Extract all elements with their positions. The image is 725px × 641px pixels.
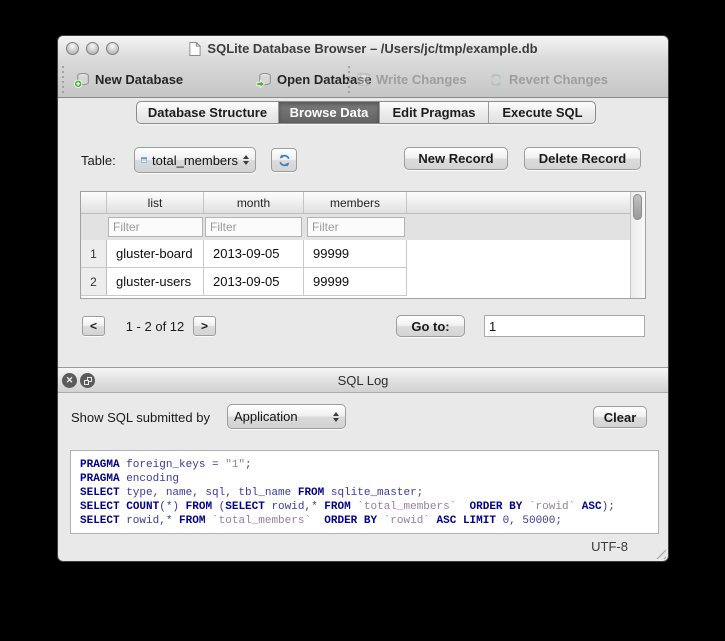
next-label: >	[201, 319, 208, 333]
row-number: 2	[81, 268, 107, 295]
tab-browse-data[interactable]: Browse Data	[279, 102, 380, 123]
open-database-button[interactable]: Open Database	[256, 61, 372, 98]
tab-label: Database Structure	[148, 105, 267, 120]
column-header-list[interactable]: list	[107, 192, 204, 213]
tab-database-structure[interactable]: Database Structure	[137, 102, 279, 123]
vertical-scrollbar[interactable]	[630, 192, 645, 298]
toolbar-drag-handle[interactable]	[62, 66, 64, 93]
tab-label: Browse Data	[290, 105, 369, 120]
header-corner	[81, 192, 107, 213]
toolbar: New Database Open Database Write Changes	[58, 61, 668, 98]
scrollbar-thumb[interactable]	[633, 194, 642, 220]
column-header-members[interactable]: members	[304, 192, 407, 213]
clear-label: Clear	[604, 410, 637, 425]
tab-edit-pragmas[interactable]: Edit Pragmas	[380, 102, 489, 123]
filter-input-month[interactable]	[205, 217, 302, 237]
cell-list[interactable]: gluster-users	[107, 268, 204, 295]
table-row[interactable]: 2 gluster-users 2013-09-05 99999	[81, 268, 407, 296]
cell-list[interactable]: gluster-board	[107, 240, 204, 267]
refresh-icon	[277, 153, 292, 168]
new-record-label: New Record	[418, 151, 493, 166]
table-row[interactable]: 1 gluster-board 2013-09-05 99999	[81, 240, 407, 268]
sql-filter-label: Show SQL submitted by	[71, 410, 210, 425]
delete-record-button[interactable]: Delete Record	[524, 147, 641, 170]
cell-members[interactable]: 99999	[304, 240, 407, 267]
sql-source-value: Application	[234, 409, 328, 424]
table-select[interactable]: total_members	[134, 147, 256, 173]
tab-execute-sql[interactable]: Execute SQL	[489, 102, 596, 123]
save-icon	[356, 72, 371, 87]
grid-header: list month members	[81, 192, 645, 214]
select-steppers-icon	[333, 412, 339, 422]
record-range-label: 1 - 2 of 12	[117, 319, 193, 334]
traffic-lights	[66, 42, 119, 55]
sql-log-title: SQL Log	[58, 368, 668, 393]
clear-log-button[interactable]: Clear	[593, 406, 647, 428]
goto-label: Go to:	[411, 319, 449, 334]
minimize-window-button[interactable]	[86, 42, 99, 55]
sql-source-select[interactable]: Application	[227, 404, 346, 429]
cell-month[interactable]: 2013-09-05	[204, 268, 304, 295]
data-grid: list month members 1 gluster-board 2013-…	[80, 191, 646, 299]
delete-record-label: Delete Record	[539, 151, 626, 166]
new-database-icon	[74, 72, 90, 88]
sql-log-output[interactable]: PRAGMA foreign_keys = "1";PRAGMA encodin…	[70, 450, 659, 534]
resize-grip-icon[interactable]	[652, 545, 666, 559]
app-window: SQLite Database Browser – /Users/jc/tmp/…	[57, 35, 669, 562]
new-database-button[interactable]: New Database	[74, 61, 183, 98]
tab-label: Edit Pragmas	[392, 105, 475, 120]
column-header-month[interactable]: month	[204, 192, 304, 213]
sql-log-float-button[interactable]	[80, 373, 95, 388]
refresh-button[interactable]	[271, 148, 297, 172]
toolbar-separator	[348, 66, 350, 93]
revert-icon	[488, 72, 504, 88]
titlebar[interactable]: SQLite Database Browser – /Users/jc/tmp/…	[58, 36, 668, 61]
filter-row	[81, 214, 630, 240]
revert-changes-button[interactable]: Revert Changes	[488, 61, 608, 98]
close-icon: ✕	[66, 376, 74, 385]
prev-label: <	[90, 319, 97, 333]
row-number: 1	[81, 240, 107, 267]
float-panel-icon	[84, 377, 92, 385]
desktop-background: SQLite Database Browser – /Users/jc/tmp/…	[0, 0, 725, 641]
revert-changes-label: Revert Changes	[509, 72, 608, 87]
open-database-icon	[256, 72, 272, 88]
table-icon	[141, 154, 147, 166]
sql-log-close-button[interactable]: ✕	[62, 373, 77, 388]
new-record-button[interactable]: New Record	[404, 147, 508, 170]
table-select-value: total_members	[152, 153, 238, 168]
goto-button[interactable]: Go to:	[396, 315, 465, 337]
sql-log-lines: PRAGMA foreign_keys = "1";PRAGMA encodin…	[80, 458, 658, 528]
new-database-label: New Database	[95, 72, 183, 87]
cell-month[interactable]: 2013-09-05	[204, 240, 304, 267]
table-label: Table:	[81, 153, 116, 168]
select-steppers-icon	[243, 155, 249, 165]
window-title: SQLite Database Browser – /Users/jc/tmp/…	[207, 41, 537, 56]
write-changes-label: Write Changes	[376, 72, 467, 87]
filter-input-list[interactable]	[108, 217, 203, 237]
filter-input-members[interactable]	[307, 217, 405, 237]
encoding-status: UTF-8	[591, 539, 628, 554]
main-tabbar: Database Structure Browse Data Edit Prag…	[136, 101, 596, 124]
cell-members[interactable]: 99999	[304, 268, 407, 295]
write-changes-button[interactable]: Write Changes	[356, 61, 467, 98]
document-icon	[188, 41, 201, 57]
title-group: SQLite Database Browser – /Users/jc/tmp/…	[118, 36, 608, 61]
prev-page-button[interactable]: <	[82, 316, 105, 336]
window-chrome: SQLite Database Browser – /Users/jc/tmp/…	[58, 36, 668, 98]
next-page-button[interactable]: >	[193, 316, 216, 336]
tab-label: Execute SQL	[502, 105, 582, 120]
goto-record-input[interactable]	[484, 315, 645, 337]
close-window-button[interactable]	[66, 42, 79, 55]
